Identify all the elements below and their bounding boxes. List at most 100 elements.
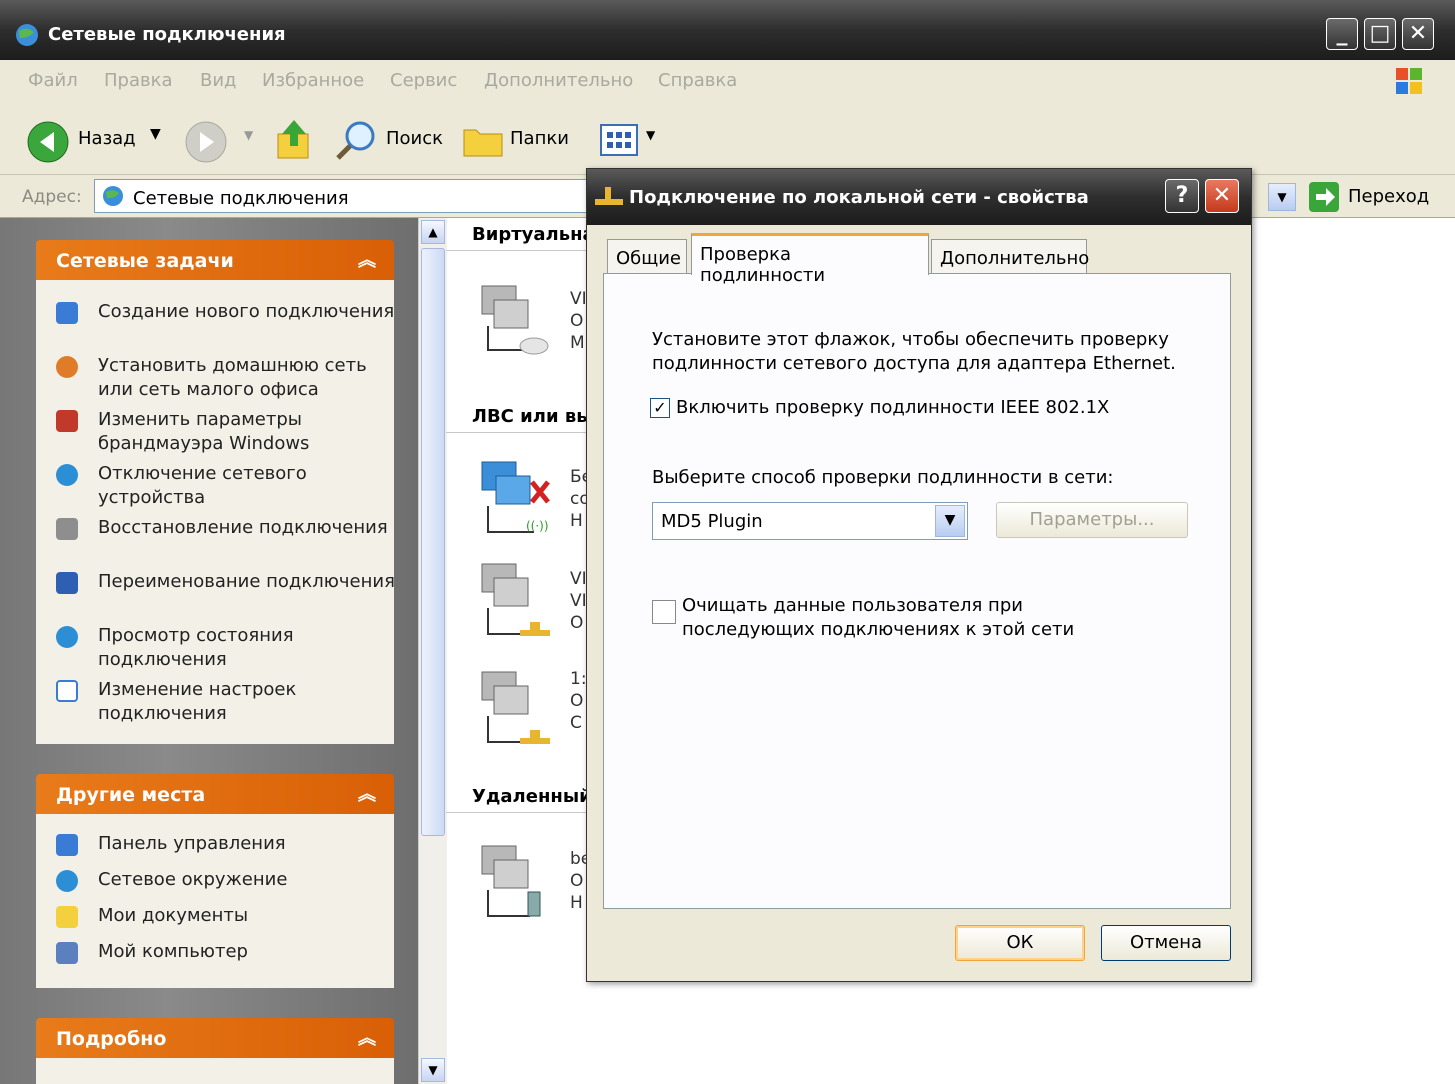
address-input[interactable]: Сетевые подключения bbox=[94, 179, 594, 213]
svg-text:((·)): ((·)) bbox=[526, 519, 549, 533]
connection-item[interactable]: 1: O C bbox=[570, 668, 587, 734]
other-places-title: Другие места bbox=[56, 784, 206, 806]
menu-help[interactable]: Справка bbox=[658, 70, 737, 91]
forward-dropdown-icon[interactable]: ▼ bbox=[244, 128, 253, 142]
dialog-close-button[interactable]: ✕ bbox=[1205, 179, 1239, 213]
vertical-scrollbar[interactable]: ▲ ▼ bbox=[418, 218, 447, 1084]
menu-favorites[interactable]: Избранное bbox=[262, 70, 364, 91]
section-divider bbox=[446, 812, 596, 813]
address-label: Адрес: bbox=[22, 187, 82, 207]
menu-advanced[interactable]: Дополнительно bbox=[484, 70, 633, 91]
ok-button[interactable]: ОК bbox=[955, 925, 1085, 961]
folders-button[interactable]: Папки bbox=[510, 128, 569, 149]
clear-user-data-checkbox[interactable] bbox=[652, 600, 676, 624]
section-divider bbox=[446, 432, 596, 433]
intro-line-2: подлинности сетевого доступа для адаптер… bbox=[652, 353, 1176, 374]
network-globe-icon bbox=[103, 186, 123, 206]
properties-dialog: Подключение по локальной сети - свойства… bbox=[586, 168, 1252, 982]
section-lan: ЛВС или вы bbox=[472, 406, 593, 427]
window-titlebar[interactable]: Сетевые подключения _ □ ✕ bbox=[0, 0, 1455, 60]
connection-item[interactable]: VI O M bbox=[570, 288, 587, 354]
tab-general[interactable]: Общие bbox=[607, 239, 687, 273]
firewall-icon bbox=[56, 410, 78, 432]
views-icon[interactable] bbox=[600, 124, 640, 158]
search-icon[interactable] bbox=[334, 118, 378, 162]
clear-user-data-line-2[interactable]: последующих подключениях к этой сети bbox=[682, 618, 1074, 642]
scroll-down-button[interactable]: ▼ bbox=[421, 1058, 445, 1082]
details-title: Подробно bbox=[56, 1028, 167, 1050]
close-button[interactable]: ✕ bbox=[1402, 18, 1434, 50]
minimize-button[interactable]: _ bbox=[1326, 18, 1358, 50]
details-panel bbox=[36, 1058, 394, 1084]
network-adapter-icon bbox=[595, 187, 623, 205]
folder-up-icon[interactable] bbox=[274, 118, 314, 162]
go-arrow-icon[interactable] bbox=[1308, 181, 1340, 213]
section-remote: Удаленный bbox=[472, 786, 592, 807]
menu-view[interactable]: Вид bbox=[200, 70, 237, 91]
wrench-icon bbox=[56, 518, 78, 540]
back-button[interactable]: Назад bbox=[78, 128, 136, 149]
menu-bar: Файл Правка Вид Избранное Сервис Дополни… bbox=[0, 60, 1455, 103]
network-tasks-panel: Создание нового подключения Установить д… bbox=[36, 280, 395, 744]
back-dropdown-icon[interactable]: ▼ bbox=[150, 126, 161, 142]
settings-check-icon bbox=[56, 680, 78, 702]
enable-8021x-label[interactable]: Включить проверку подлинности IEEE 802.1… bbox=[676, 396, 1109, 420]
method-label: Выберите способ проверки подлинности в с… bbox=[652, 467, 1114, 488]
cancel-button[interactable]: Отмена bbox=[1101, 925, 1231, 961]
network-connection-icon[interactable] bbox=[474, 278, 554, 358]
section-virtual: Виртуальна bbox=[472, 224, 595, 245]
forward-arrow-icon[interactable] bbox=[184, 120, 228, 164]
collapse-chevron-icon[interactable]: ︽ bbox=[358, 1024, 376, 1050]
menu-tools[interactable]: Сервис bbox=[390, 70, 457, 91]
address-dropdown-button[interactable]: ▼ bbox=[1268, 183, 1296, 211]
clear-user-data-line-1[interactable]: Очищать данные пользователя при bbox=[682, 594, 1023, 618]
toolbar: Назад ▼ ▼ Поиск Папки ▼ bbox=[0, 102, 1455, 175]
other-places-panel: Панель управления Сетевое окружение Мои … bbox=[36, 814, 394, 988]
control-panel-icon bbox=[56, 834, 78, 856]
go-button[interactable]: Переход bbox=[1348, 186, 1429, 207]
maximize-button[interactable]: □ bbox=[1364, 18, 1396, 50]
menu-edit[interactable]: Правка bbox=[104, 70, 173, 91]
chevron-down-icon[interactable]: ▼ bbox=[935, 505, 965, 537]
help-button[interactable]: ? bbox=[1165, 179, 1199, 213]
folders-icon[interactable] bbox=[462, 120, 506, 160]
dialup-connection-icon[interactable] bbox=[474, 840, 554, 920]
collapse-chevron-icon[interactable]: ︽ bbox=[358, 246, 376, 272]
rename-icon bbox=[56, 572, 78, 594]
network-globe-icon bbox=[16, 24, 38, 46]
lan-connection-icon[interactable] bbox=[474, 558, 554, 638]
my-computer-icon bbox=[56, 942, 78, 964]
tab-authentication[interactable]: Проверка подлинности bbox=[691, 233, 929, 286]
details-header[interactable]: Подробно ︽ bbox=[36, 1018, 394, 1058]
scroll-up-button[interactable]: ▲ bbox=[421, 220, 445, 244]
collapse-chevron-icon[interactable]: ︽ bbox=[358, 780, 376, 806]
lan-connection-icon[interactable] bbox=[474, 666, 554, 746]
menu-file[interactable]: Файл bbox=[28, 70, 78, 91]
network-tasks-header[interactable]: Сетевые задачи ︽ bbox=[36, 240, 394, 280]
wireless-disconnected-icon[interactable]: ((·)) bbox=[474, 456, 554, 536]
section-divider bbox=[446, 250, 596, 251]
auth-method-value: MD5 Plugin bbox=[661, 511, 763, 532]
back-arrow-icon[interactable] bbox=[26, 120, 70, 164]
views-dropdown-icon[interactable]: ▼ bbox=[646, 128, 655, 142]
home-network-icon bbox=[56, 356, 78, 378]
network-places-icon bbox=[56, 870, 78, 892]
address-value: Сетевые подключения bbox=[133, 188, 349, 209]
network-tasks-title: Сетевые задачи bbox=[56, 250, 234, 272]
parameters-button[interactable]: Параметры... bbox=[996, 502, 1188, 538]
my-documents-icon bbox=[56, 906, 78, 928]
tab-advanced[interactable]: Дополнительно bbox=[931, 239, 1089, 273]
new-connection-icon bbox=[56, 302, 78, 324]
search-button[interactable]: Поиск bbox=[386, 128, 443, 149]
intro-line-1: Установите этот флажок, чтобы обеспечить… bbox=[652, 329, 1169, 350]
scroll-thumb[interactable] bbox=[421, 248, 445, 836]
windows-logo-icon bbox=[1396, 68, 1422, 94]
other-places-header[interactable]: Другие места ︽ bbox=[36, 774, 394, 814]
dialog-title: Подключение по локальной сети - свойства bbox=[629, 187, 1089, 208]
status-icon bbox=[56, 626, 78, 648]
enable-8021x-checkbox[interactable]: ✓ bbox=[650, 398, 670, 418]
connection-item[interactable]: VI VI O bbox=[570, 568, 587, 634]
window-title: Сетевые подключения bbox=[48, 24, 286, 45]
dialog-titlebar[interactable]: Подключение по локальной сети - свойства… bbox=[587, 169, 1251, 225]
auth-method-select[interactable]: MD5 Plugin ▼ bbox=[652, 502, 968, 540]
